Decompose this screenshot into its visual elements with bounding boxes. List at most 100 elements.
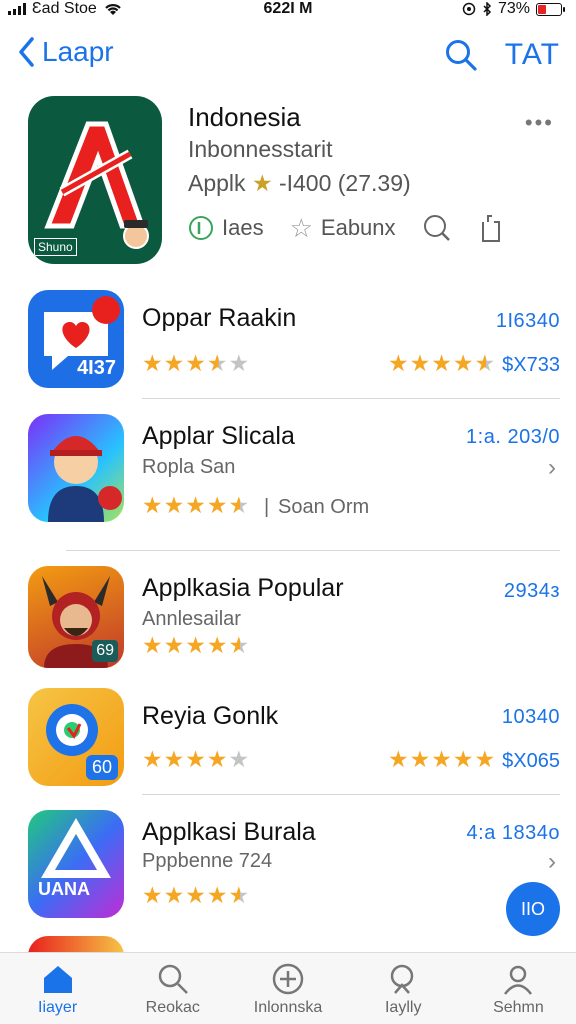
app-price[interactable]: 2934з xyxy=(504,580,560,603)
app-subtitle: Pppbenne 724 xyxy=(142,850,273,872)
featured-app[interactable]: Shuno Indonesia Inbonnesstarit Applk ★ -… xyxy=(28,96,558,266)
tab-home[interactable]: Iiayer xyxy=(0,953,115,1024)
action-first-label: Iaes xyxy=(222,215,264,240)
tab-label: Sehmn xyxy=(493,999,544,1016)
list-item[interactable]: UANA Applkasi Burala Pppbenne 724 4:a 18… xyxy=(28,810,560,920)
chevron-right-icon[interactable]: › xyxy=(548,454,556,482)
list-item[interactable]: 69 Applkasia Popular Annlesailar 2934з ★… xyxy=(28,566,560,670)
search-icon xyxy=(423,215,450,241)
action-first[interactable]: Iaes xyxy=(188,215,264,241)
star-full-icon: ★ xyxy=(206,632,228,658)
app-price[interactable]: 10340 xyxy=(502,706,560,729)
navigation-bar: Laapr TAT xyxy=(0,30,576,80)
app-icon: 69 xyxy=(28,566,124,668)
tab-label: Reokac xyxy=(145,999,200,1016)
featured-meta-suffix: -I400 (27.39) xyxy=(278,170,411,196)
star-rating: ★ ★ ★ ★ ★ xyxy=(142,634,249,657)
star-full-icon: ★ xyxy=(185,882,206,908)
star-full-icon: ★ xyxy=(452,746,474,772)
tab-search-2[interactable]: Iaylly xyxy=(346,953,461,1024)
app-icon-badge: 4I37 xyxy=(77,357,116,379)
app-subtitle: Annlesailar xyxy=(142,608,241,630)
search-icon xyxy=(390,964,414,994)
star-full-icon: ★ xyxy=(452,350,474,376)
star-full-icon: ★ xyxy=(163,882,185,908)
app-name: Applkasia Popular xyxy=(142,574,344,602)
star-rating: ★ ★ ★ ★ ★ xyxy=(142,352,249,375)
share-icon xyxy=(481,215,500,242)
back-button[interactable]: Laapr xyxy=(18,36,114,68)
action-second[interactable]: ☆ Eabunx xyxy=(290,213,396,244)
action-second-label: Eabunx xyxy=(320,215,396,240)
location-icon xyxy=(462,2,476,16)
character-icon xyxy=(48,436,122,522)
star-full-icon: ★ xyxy=(163,492,185,518)
star-full-icon: ★ xyxy=(474,746,496,772)
list-item[interactable]: 60 Reyia Gonlk 10340 ★ ★ ★ ★ ★ ★ ★ ★ ★ ★ $X065 xyxy=(28,688,560,788)
star-full-icon: ★ xyxy=(142,492,163,518)
action-search[interactable] xyxy=(422,213,452,243)
star-rating: ★ ★ ★ ★ ★ xyxy=(142,884,249,907)
star-icon: ★ xyxy=(251,170,273,196)
chevron-right-icon[interactable]: › xyxy=(548,848,556,876)
floating-action-button[interactable]: IIO xyxy=(506,882,560,936)
star-empty-icon: ★ xyxy=(228,350,250,376)
star-full-icon: ★ xyxy=(206,492,228,518)
list-item[interactable]: 4I37 Oppar Raakin 1I6340 ★ ★ ★ ★ ★ ★ ★ ★ ★ ★ $X7… xyxy=(28,290,560,390)
divider xyxy=(66,550,560,551)
star-full-icon: ★ xyxy=(206,746,228,772)
tab-search[interactable]: Reokac xyxy=(115,953,230,1024)
star-half-icon: ★ xyxy=(228,492,250,518)
featured-icon-badge: Shuno xyxy=(34,238,77,256)
app-price[interactable]: 4:a 1834o xyxy=(467,822,560,845)
app-price[interactable]: 1I6340 xyxy=(496,310,560,333)
app-name: Reyia Gonlk xyxy=(142,702,279,730)
star-full-icon: ★ xyxy=(409,746,431,772)
star-full-icon: ★ xyxy=(388,746,409,772)
featured-actions: Iaes ☆ Eabunx xyxy=(188,212,504,244)
star-half-icon: ★ xyxy=(228,882,250,908)
star-full-icon: ★ xyxy=(163,632,185,658)
search-icon xyxy=(158,964,188,994)
triangle-logo-icon xyxy=(41,818,111,878)
list-item-partial[interactable] xyxy=(28,936,560,952)
featured-app-icon: Shuno xyxy=(28,96,162,264)
star-full-icon: ★ xyxy=(142,632,163,658)
list-item[interactable]: Applar Slicala Ropla San 1:a. 203/0 › ★ ★… xyxy=(28,414,560,524)
bluetooth-icon xyxy=(483,2,492,16)
status-bar: Ɛad Stoe 622I M 73% xyxy=(0,0,576,18)
star-full-icon: ★ xyxy=(431,746,452,772)
star-full-icon: ★ xyxy=(142,882,163,908)
star-full-icon: ★ xyxy=(206,882,228,908)
app-price[interactable]: 1:a. 203/0 xyxy=(466,426,560,449)
app-icon: UANA xyxy=(28,810,124,918)
star-rating-secondary: ★ ★ ★ ★ ★ xyxy=(388,352,495,375)
app-subtitle: Ropla San xyxy=(142,456,236,478)
app-price-secondary: $X065 xyxy=(502,750,560,772)
status-right: 73% xyxy=(462,0,565,18)
app-icon-badge: UANA xyxy=(38,879,90,899)
person-icon xyxy=(504,965,533,995)
featured-title: Indonesia xyxy=(188,102,301,132)
separator: | xyxy=(264,496,270,518)
tab-label: Iiayer xyxy=(38,999,78,1016)
tab-profile[interactable]: Sehmn xyxy=(461,953,576,1024)
star-full-icon: ★ xyxy=(185,746,206,772)
action-share[interactable] xyxy=(478,212,504,244)
app-icon-badge: 69 xyxy=(92,640,118,662)
tab-label: Inlonnska xyxy=(253,999,323,1016)
star-full-icon: ★ xyxy=(185,350,206,376)
tab-add[interactable]: Inlonnska xyxy=(230,953,345,1024)
chevron-left-icon xyxy=(19,37,34,67)
divider xyxy=(142,398,560,399)
star-full-icon: ★ xyxy=(409,350,431,376)
info-icon xyxy=(189,216,213,240)
search-button[interactable] xyxy=(444,38,478,77)
more-options-button[interactable]: ••• xyxy=(525,110,554,136)
nav-right-button[interactable]: TAT xyxy=(505,38,560,72)
app-icon xyxy=(28,414,124,522)
star-full-icon: ★ xyxy=(142,350,163,376)
back-label: Laapr xyxy=(42,36,114,67)
tab-label: Iaylly xyxy=(384,999,422,1016)
featured-meta: Applk ★ -I400 (27.39) xyxy=(188,170,411,197)
